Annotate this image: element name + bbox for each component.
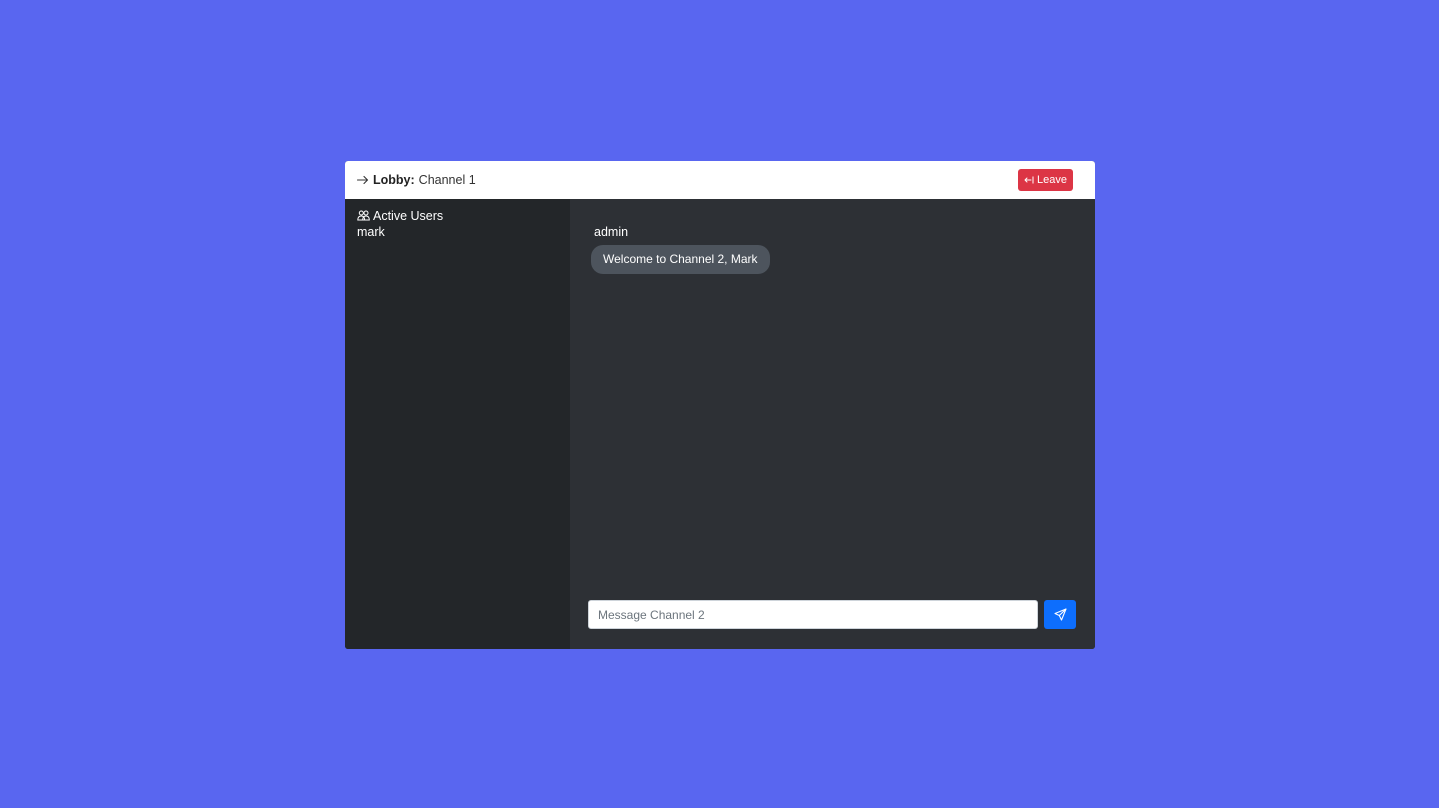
active-users-sidebar: Active Users mark: [345, 199, 570, 649]
leave-label: Leave: [1037, 174, 1067, 186]
message-area: admin Welcome to Channel 2, Mark: [570, 199, 1095, 649]
message-input[interactable]: [588, 600, 1038, 629]
user-item[interactable]: mark: [357, 225, 558, 239]
message: admin Welcome to Channel 2, Mark: [591, 225, 770, 274]
channel-name: Channel 1: [418, 173, 476, 187]
leave-button[interactable]: Leave: [1018, 169, 1073, 191]
channel-breadcrumb: Lobby: Channel 1: [357, 173, 476, 187]
people-icon: [357, 210, 370, 221]
send-icon: [1053, 608, 1067, 621]
box-arrow-left-icon: [1024, 175, 1034, 185]
chat-window: Lobby: Channel 1 Leave Active Users mark…: [345, 161, 1095, 649]
message-composer: [588, 600, 1076, 629]
send-button[interactable]: [1044, 600, 1076, 629]
message-bubble: Welcome to Channel 2, Mark: [591, 245, 770, 274]
active-users-heading: Active Users: [357, 207, 558, 224]
chat-header: Lobby: Channel 1 Leave: [345, 161, 1095, 199]
lobby-label: Lobby:: [373, 173, 415, 187]
arrow-right-icon: [357, 175, 369, 185]
message-author: admin: [594, 225, 629, 239]
active-users-title: Active Users: [373, 208, 444, 223]
